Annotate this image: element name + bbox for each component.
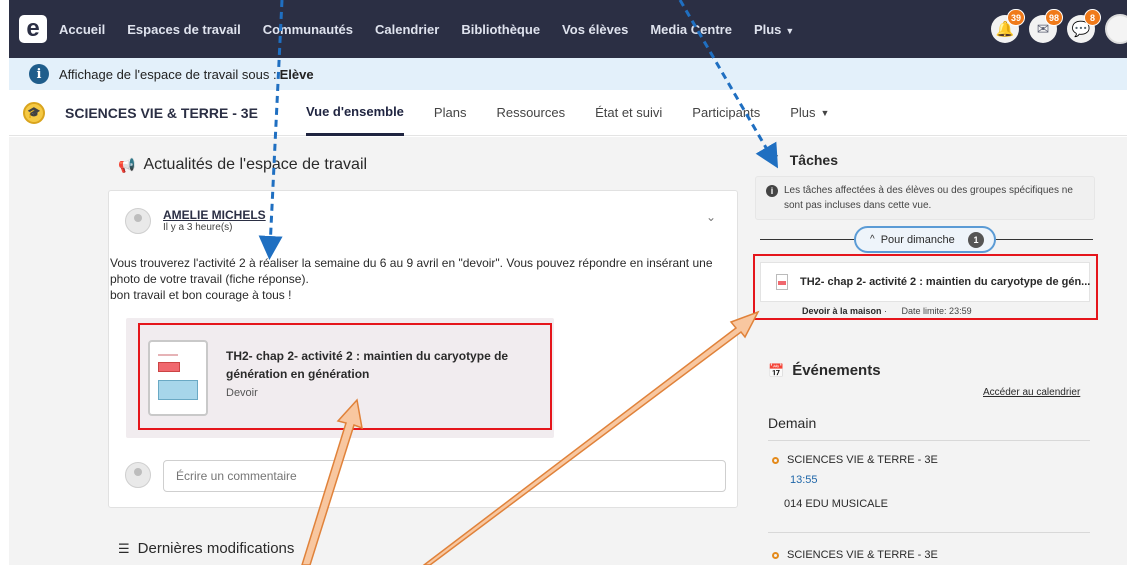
due-count-badge: 1 bbox=[968, 232, 984, 248]
graduation-cap-icon: 🎓 bbox=[23, 101, 45, 124]
nav-item-plus[interactable]: Plus ▼ bbox=[754, 22, 794, 37]
info-icon: i bbox=[766, 185, 778, 197]
event-course: SCIENCES VIE & TERRE - 3E bbox=[787, 549, 938, 561]
tasks-note-text: Les tâches affectées à des élèves ou des… bbox=[784, 185, 1073, 211]
tab-vue-ensemble[interactable]: Vue d'ensemble bbox=[305, 90, 404, 136]
author-name-link[interactable]: AMELIE MICHELS bbox=[163, 208, 266, 222]
tasks-info-note: i Les tâches affectées à des élèves ou d… bbox=[755, 176, 1095, 220]
highlight-box-attachment bbox=[138, 323, 552, 430]
caret-down-icon: ▼ bbox=[785, 25, 795, 36]
info-bar-role: Elève bbox=[279, 66, 314, 82]
app-logo[interactable]: e bbox=[19, 15, 47, 43]
notifications-bell-button[interactable]: 🔔 39 bbox=[991, 9, 1025, 43]
list-icon: ☰ bbox=[118, 540, 130, 556]
info-icon: i bbox=[29, 64, 49, 84]
workspace-title: SCIENCES VIE & TERRE - 3E bbox=[65, 104, 258, 121]
recent-changes-title: ☰ Dernières modifications bbox=[118, 540, 294, 557]
divider bbox=[768, 440, 1090, 441]
chat-button[interactable]: 💬 8 bbox=[1067, 9, 1101, 43]
user-avatar[interactable] bbox=[1105, 14, 1127, 44]
nav-item-calendrier[interactable]: Calendrier bbox=[375, 22, 439, 37]
events-title-text: Événements bbox=[792, 362, 881, 379]
messages-badge: 98 bbox=[1044, 9, 1063, 26]
event-room: 014 EDU MUSICALE bbox=[784, 498, 888, 510]
author-avatar bbox=[125, 208, 151, 234]
calendar-link[interactable]: Accéder au calendrier bbox=[983, 387, 1080, 398]
event-dot-icon bbox=[772, 456, 779, 464]
events-day-label: Demain bbox=[768, 415, 817, 431]
workspace-header: 🎓 SCIENCES VIE & TERRE - 3E Vue d'ensemb… bbox=[9, 90, 1127, 136]
tab-plans[interactable]: Plans bbox=[434, 90, 467, 136]
event-item[interactable]: SCIENCES VIE & TERRE - 3E bbox=[772, 549, 938, 561]
news-title-text: Actualités de l'espace de travail bbox=[143, 156, 368, 173]
news-section-title: 📢 Actualités de l'espace de travail bbox=[118, 156, 367, 174]
post-timestamp: Il y a 3 heure(s) bbox=[163, 222, 233, 233]
nav-item-espaces-de-travail[interactable]: Espaces de travail bbox=[127, 22, 240, 37]
top-navigation-bar: e Accueil Espaces de travail Communautés… bbox=[9, 0, 1127, 58]
tasks-title-text: Tâches bbox=[789, 151, 838, 168]
nav-item-communautes[interactable]: Communautés bbox=[263, 22, 353, 37]
nav-item-vos-eleves[interactable]: Vos élèves bbox=[562, 22, 628, 37]
tab-etat-et-suivi[interactable]: État et suivi bbox=[595, 90, 662, 136]
notifications-badge: 39 bbox=[1006, 9, 1025, 26]
messages-button[interactable]: ✉ 98 bbox=[1029, 9, 1063, 43]
event-time: 13:55 bbox=[790, 474, 818, 486]
due-group-label: Pour dimanche bbox=[880, 233, 955, 246]
chevron-up-icon: ^ bbox=[870, 234, 875, 245]
caret-down-icon: ▼ bbox=[820, 107, 830, 118]
tab-participants[interactable]: Participants bbox=[692, 90, 760, 136]
divider bbox=[768, 532, 1090, 533]
commenter-avatar bbox=[125, 462, 151, 488]
info-bar: i Affichage de l'espace de travail sous … bbox=[9, 58, 1127, 90]
nav-item-plus-label: Plus bbox=[753, 21, 782, 37]
comment-input[interactable] bbox=[163, 460, 726, 492]
chat-badge: 8 bbox=[1084, 9, 1101, 26]
post-text-line: Vous trouverez l'activité 2 à réaliser l… bbox=[110, 256, 713, 286]
notification-area: 🔔 39 ✉ 98 💬 8 bbox=[991, 0, 1127, 58]
info-bar-text: Affichage de l'espace de travail sous : bbox=[59, 66, 277, 82]
tab-plus-label: Plus bbox=[790, 105, 816, 120]
event-item[interactable]: SCIENCES VIE & TERRE - 3E bbox=[772, 454, 938, 466]
nav-item-media-centre[interactable]: Media Centre bbox=[650, 22, 732, 37]
due-group-toggle[interactable]: ^ Pour dimanche 1 bbox=[854, 226, 996, 253]
event-course: SCIENCES VIE & TERRE - 3E bbox=[787, 454, 938, 466]
megaphone-icon: 📢 bbox=[118, 156, 136, 173]
recent-changes-text: Dernières modifications bbox=[137, 540, 295, 557]
event-dot-icon bbox=[772, 551, 779, 559]
chevron-down-icon[interactable]: ⌄ bbox=[706, 210, 716, 224]
tab-plus[interactable]: Plus ▼ bbox=[790, 90, 829, 136]
calendar-icon: 📅 bbox=[768, 362, 785, 378]
nav-item-accueil[interactable]: Accueil bbox=[59, 22, 105, 37]
nav-item-bibliotheque[interactable]: Bibliothèque bbox=[461, 22, 540, 37]
post-body: Vous trouverez l'activité 2 à réaliser l… bbox=[110, 255, 730, 303]
post-text-closing: bon travail et bon courage à tous ! bbox=[110, 288, 292, 302]
tab-ressources[interactable]: Ressources bbox=[496, 90, 565, 136]
tasks-section-title: ✔ Tâches bbox=[768, 151, 838, 168]
highlight-box-task bbox=[753, 254, 1098, 320]
checkmark-icon: ✔ bbox=[768, 151, 780, 167]
events-section-title: 📅 Événements bbox=[768, 362, 881, 379]
